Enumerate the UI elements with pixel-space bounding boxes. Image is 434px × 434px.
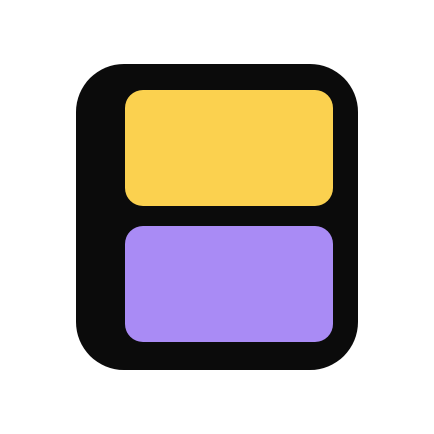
layout-panels-icon [76, 64, 358, 370]
bottom-panel [125, 226, 333, 342]
icon-canvas [0, 0, 434, 434]
top-panel [125, 90, 333, 206]
